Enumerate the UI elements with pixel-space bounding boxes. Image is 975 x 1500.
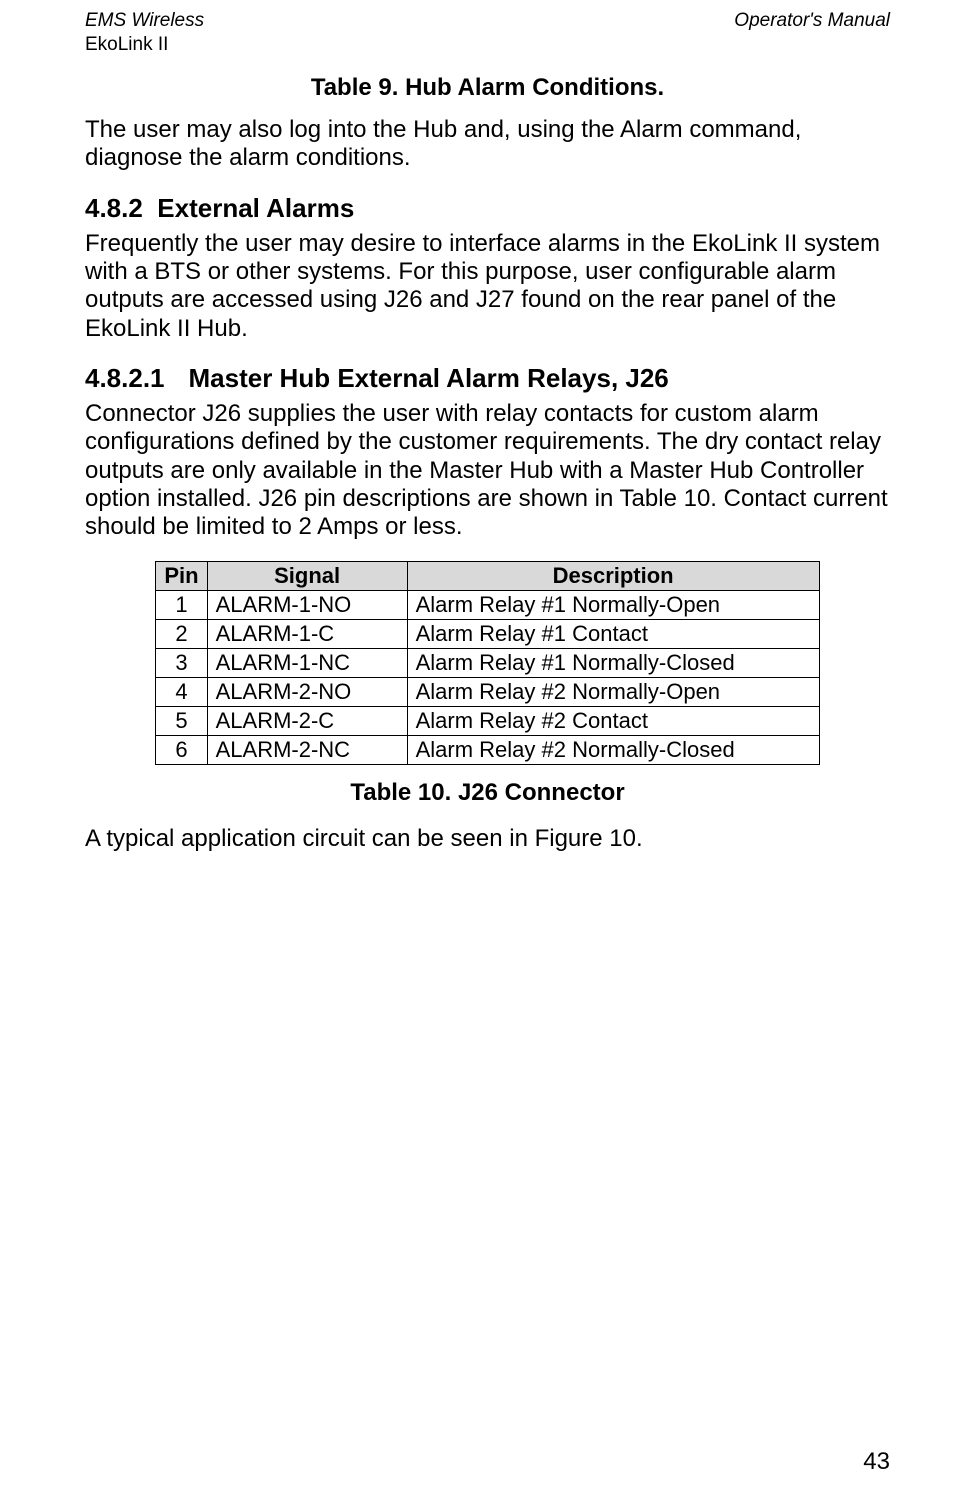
table10-cell-pin: 6	[156, 736, 207, 765]
intro-paragraph: The user may also log into the Hub and, …	[85, 116, 890, 173]
table10-cell-signal: ALARM-2-C	[207, 707, 407, 736]
table10-cell-signal: ALARM-2-NO	[207, 678, 407, 707]
table10-header-pin: Pin	[156, 562, 207, 591]
header-left-line2: EkoLink II	[85, 34, 890, 56]
table10-cell-description: Alarm Relay #2 Normally-Closed	[407, 736, 819, 765]
table10-cell-signal: ALARM-1-NO	[207, 591, 407, 620]
table10-cell-signal: ALARM-2-NC	[207, 736, 407, 765]
table10-header-description: Description	[407, 562, 819, 591]
section-4-8-2-1-number: 4.8.2.1	[85, 363, 165, 394]
table-row: 6 ALARM-2-NC Alarm Relay #2 Normally-Clo…	[156, 736, 819, 765]
page-header: EMS Wireless Operator's Manual	[85, 10, 890, 32]
header-right: Operator's Manual	[734, 10, 890, 32]
table10-caption: Table 10. J26 Connector	[85, 779, 890, 807]
section-4-8-2-1-heading: 4.8.2.1 Master Hub External Alarm Relays,…	[85, 363, 890, 394]
table10-cell-description: Alarm Relay #1 Contact	[407, 620, 819, 649]
table10-cell-description: Alarm Relay #1 Normally-Open	[407, 591, 819, 620]
table10-cell-description: Alarm Relay #1 Normally-Closed	[407, 649, 819, 678]
section-4-8-2-heading: 4.8.2 External Alarms	[85, 193, 890, 224]
table-row: 1 ALARM-1-NO Alarm Relay #1 Normally-Ope…	[156, 591, 819, 620]
table-row: 3 ALARM-1-NC Alarm Relay #1 Normally-Clo…	[156, 649, 819, 678]
after-table-paragraph: A typical application circuit can be see…	[85, 825, 890, 853]
section-4-8-2-1-text: Connector J26 supplies the user with rel…	[85, 400, 890, 542]
table10-header-signal: Signal	[207, 562, 407, 591]
section-4-8-2-title: External Alarms	[157, 193, 354, 223]
table10-cell-signal: ALARM-1-NC	[207, 649, 407, 678]
table10-cell-pin: 4	[156, 678, 207, 707]
table9-caption: Table 9. Hub Alarm Conditions.	[85, 74, 890, 102]
table-row: 5 ALARM-2-C Alarm Relay #2 Contact	[156, 707, 819, 736]
table10-cell-signal: ALARM-1-C	[207, 620, 407, 649]
page-number: 43	[863, 1448, 890, 1476]
section-4-8-2-1-title: Master Hub External Alarm Relays, J26	[189, 363, 669, 393]
header-left-line1: EMS Wireless	[85, 10, 204, 32]
table10: Pin Signal Description 1 ALARM-1-NO Alar…	[155, 561, 819, 765]
table10-cell-pin: 1	[156, 591, 207, 620]
table10-cell-pin: 2	[156, 620, 207, 649]
table10-cell-description: Alarm Relay #2 Contact	[407, 707, 819, 736]
table10-cell-pin: 3	[156, 649, 207, 678]
table10-cell-description: Alarm Relay #2 Normally-Open	[407, 678, 819, 707]
table-row: 2 ALARM-1-C Alarm Relay #1 Contact	[156, 620, 819, 649]
table-row: 4 ALARM-2-NO Alarm Relay #2 Normally-Ope…	[156, 678, 819, 707]
section-4-8-2-text: Frequently the user may desire to interf…	[85, 230, 890, 343]
table10-cell-pin: 5	[156, 707, 207, 736]
section-4-8-2-number: 4.8.2	[85, 193, 143, 223]
table10-header-row: Pin Signal Description	[156, 562, 819, 591]
